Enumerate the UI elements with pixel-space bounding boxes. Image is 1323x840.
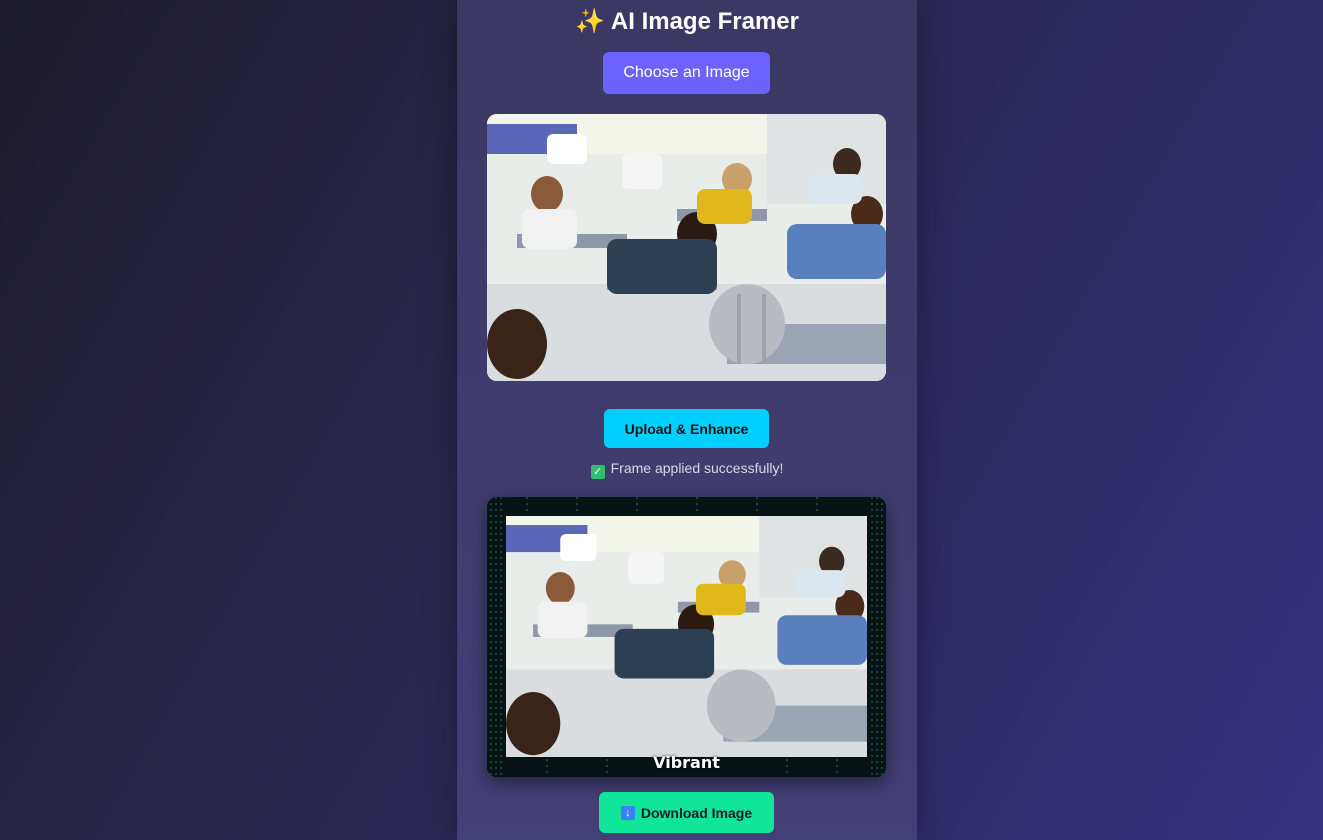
framed-photo <box>506 516 867 757</box>
uploaded-image-preview <box>487 114 886 381</box>
classroom-photo <box>487 114 886 381</box>
sparkles-icon: ✨ <box>575 8 605 35</box>
upload-enhance-button[interactable]: Upload & Enhance <box>604 409 769 448</box>
frame-caption: Vibrant <box>653 753 720 772</box>
choose-image-button[interactable]: Choose an Image <box>603 52 770 94</box>
framed-image-result: Vibrant <box>487 497 886 777</box>
download-label: Download Image <box>640 804 753 821</box>
status-message: ✓ Frame applied successfully! <box>457 459 917 479</box>
status-text: Frame applied successfully! <box>610 460 784 476</box>
download-arrow-icon: ↓ <box>620 805 635 820</box>
page-title: ✨ AI Image Framer <box>457 6 917 38</box>
title-text: AI Image Framer <box>610 8 799 35</box>
classroom-photo-framed <box>506 516 867 757</box>
check-box-icon: ✓ <box>590 465 605 479</box>
download-image-button[interactable]: ↓ Download Image <box>599 792 774 833</box>
app-panel: ✨ AI Image Framer Choose an Image Upload… <box>457 0 917 840</box>
